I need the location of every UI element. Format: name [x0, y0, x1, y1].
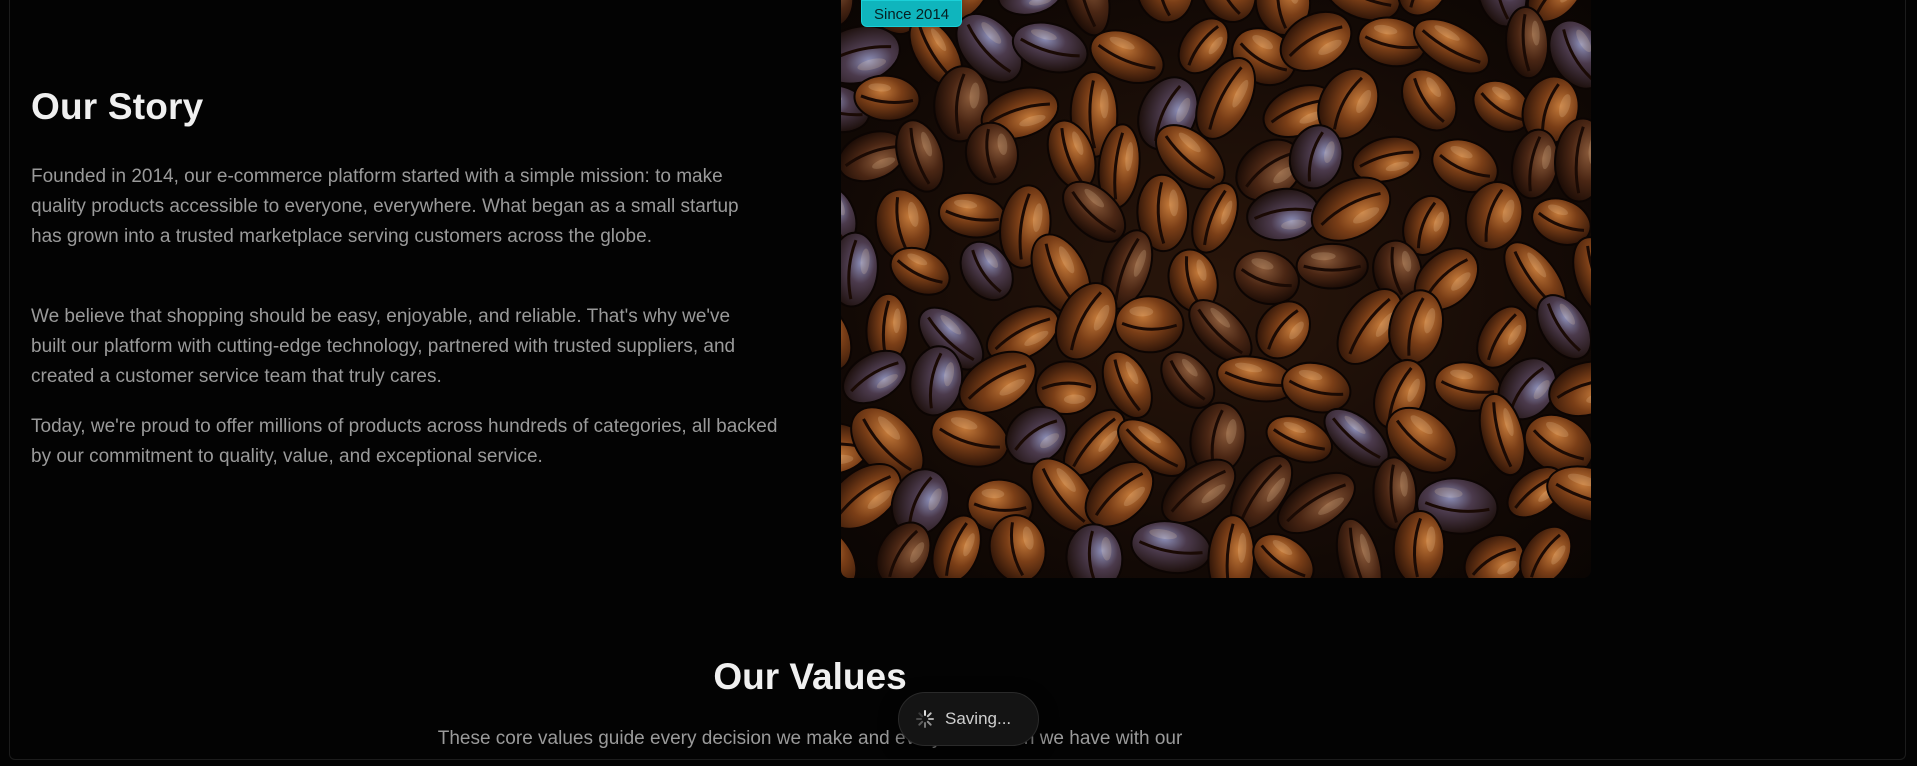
story-paragraph-1: Founded in 2014, our e-commerce platform… [31, 166, 739, 247]
story-title: Our Story [31, 86, 204, 127]
coffee-bean [997, 0, 1064, 16]
coffee-bean [1130, 520, 1212, 575]
spinner-icon [916, 710, 934, 728]
coffee-bean [841, 0, 855, 28]
since-badge: Since 2014 [861, 0, 963, 27]
page-frame: Our Story Founded in 2014, our e-commerc… [9, 0, 1906, 760]
coffee-bean [1114, 295, 1185, 354]
coffee-beans-photo [841, 0, 1591, 578]
coffee-beans-image [841, 0, 1591, 578]
coffee-bean [1335, 517, 1383, 578]
values-title: Our Values [713, 656, 907, 697]
coffee-bean [842, 349, 908, 405]
values-intro: These core values guide every decision w… [437, 728, 1183, 749]
coffee-bean [1136, 0, 1195, 24]
story-paragraph-3: Today, we're proud to offer millions of … [31, 416, 778, 467]
story-paragraph-2: We believe that shopping should be easy,… [31, 306, 736, 387]
coffee-bean [938, 191, 1007, 239]
saving-toast: Saving... [898, 692, 1039, 746]
coffee-bean [841, 231, 879, 308]
toast-label: Saving... [945, 709, 1012, 728]
coffee-bean [1295, 242, 1369, 290]
coffee-bean [1191, 182, 1239, 254]
